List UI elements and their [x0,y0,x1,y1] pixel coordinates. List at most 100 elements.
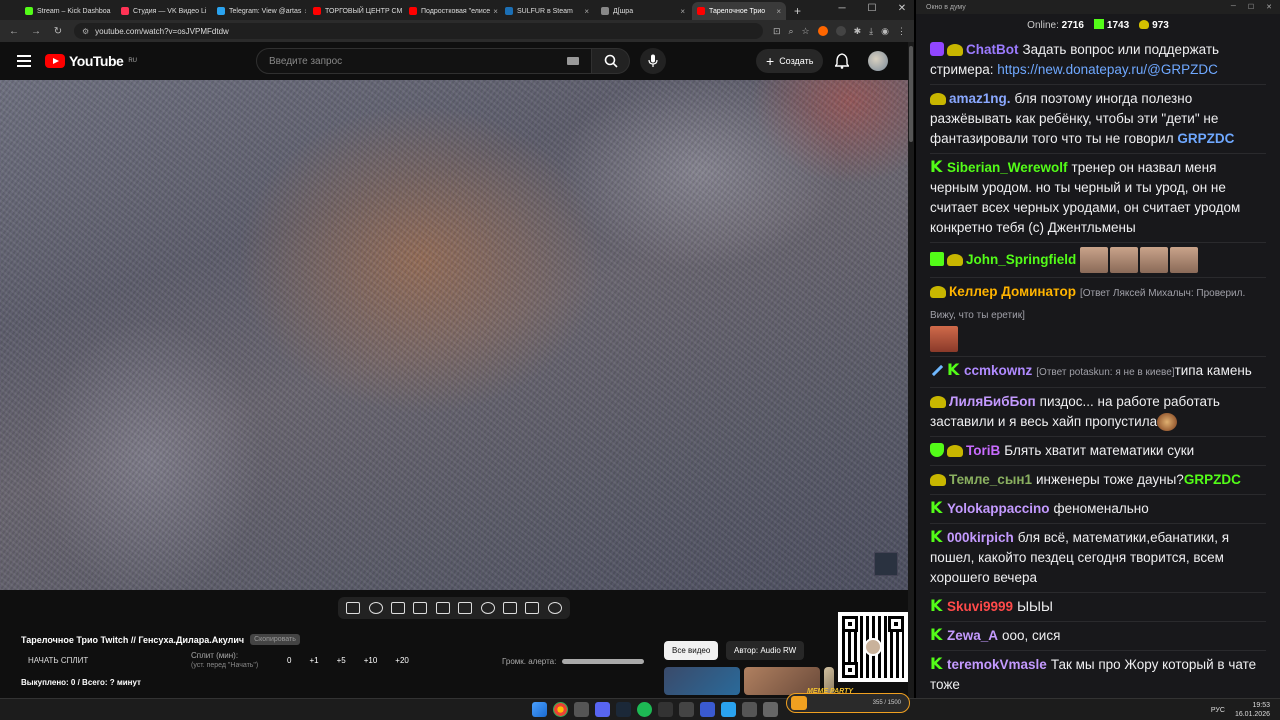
chat-username[interactable]: Zewa_A [947,628,998,643]
chat-username[interactable]: teremokVmasle [947,657,1047,672]
chat-message: ToriB Блять хватит математики суки [930,437,1266,466]
start-split-button[interactable]: НАЧАТЬ СПЛИТ [28,656,88,665]
chat-username[interactable]: 000kirpich [947,530,1014,545]
forward-icon[interactable]: → [30,26,42,37]
create-button[interactable]: + Создать [756,49,824,73]
tab-close-icon[interactable]: × [490,7,498,16]
chat-username[interactable]: Skuvi9999 [947,599,1013,614]
zoom-icon[interactable]: ⌕ [788,26,793,37]
chat-username[interactable]: Келлер Доминатор [949,284,1076,299]
tab-close-icon[interactable]: × [301,7,306,16]
discord-icon[interactable] [595,702,610,717]
keyboard-icon[interactable] [567,57,579,65]
start-icon[interactable] [532,702,547,717]
hamburger-menu-icon[interactable] [17,55,31,67]
chat-username[interactable]: ChatBot [966,42,1019,57]
chat-username[interactable]: ЛиляБибБоп [949,394,1036,409]
clock[interactable]: 19:53 16.01.2026 [1235,701,1270,719]
chat-username[interactable]: Темле_сын1 [949,472,1032,487]
video-title-text: Тарелочное Трио Twitch // Генсуха.Дилара… [21,634,245,645]
browser-tab[interactable]: Студия — VK Видео Li× [116,2,210,20]
steam-icon[interactable] [616,702,631,717]
author-chip[interactable]: Автор: Audio RW [726,641,805,660]
audio-icon[interactable] [368,602,383,614]
app-icon[interactable] [763,702,778,717]
browser-tab[interactable]: SULFUR в Steam × [500,2,594,20]
tab-close-icon[interactable]: × [773,7,781,16]
split-add-button[interactable]: +5 [337,656,346,665]
bookmark-star-icon[interactable]: ☆ [802,26,810,37]
copy-chip[interactable]: Скопировать [250,634,300,645]
tab-close-icon[interactable]: × [111,7,115,16]
spotify-icon[interactable] [637,702,652,717]
speed-icon[interactable] [480,602,495,614]
chrome-icon[interactable] [553,702,568,717]
back-icon[interactable]: ← [8,26,20,37]
loop-icon[interactable] [346,602,361,614]
close-icon[interactable]: ✕ [894,3,910,14]
camera-icon[interactable] [525,602,540,614]
browser-tab[interactable]: Тарелочное Трио × [692,2,786,20]
tab-close-icon[interactable]: × [581,7,589,16]
address-field[interactable]: ⚙ youtube.com/watch?v=osJVPMFdtdw [74,23,763,39]
chat-username[interactable]: ccmkownz [964,363,1032,378]
browser-tab[interactable]: Подростковая "елисе × [404,2,498,20]
split-add-button[interactable]: +10 [364,656,378,665]
reload-icon[interactable]: ↻ [52,26,64,37]
voice-search-button[interactable] [640,48,666,74]
split-add-button[interactable]: +1 [309,656,318,665]
extension-badge-icon[interactable] [835,26,846,36]
minimize-icon[interactable]: ─ [1231,3,1236,11]
tab-favicon-icon [25,7,33,15]
extension-icon[interactable]: ⊡ [773,26,781,37]
chat-username[interactable]: ToriB [966,443,1000,458]
settings-gear-icon[interactable] [547,602,562,614]
chat-username[interactable]: amaz1ng. [949,91,1011,106]
obs-icon[interactable] [574,702,589,717]
split-add-button[interactable]: +20 [395,656,409,665]
extension-orange-icon[interactable] [817,26,828,36]
download-icon[interactable]: ⤓ [869,26,873,37]
close-icon[interactable]: ✕ [1266,3,1272,11]
browser-tab[interactable]: Д[шра × [596,2,690,20]
notifications-bell-icon[interactable] [835,53,849,69]
tab-close-icon[interactable]: × [677,7,685,16]
maximize-icon[interactable]: ☐ [1248,3,1254,11]
scrollbar-thumb[interactable] [909,46,913,142]
new-tab-button[interactable]: + [788,2,807,20]
clip-icon[interactable] [413,602,428,614]
browser-tab[interactable]: ТОРГОВЫЙ ЦЕНТР СМ× [308,2,402,20]
alert-volume-slider[interactable] [562,659,644,664]
all-videos-chip[interactable]: Все видео [664,641,719,660]
search-input[interactable]: Введите запрос [256,48,592,74]
browser-tab[interactable]: Stream – Kick Dashboa× [20,2,114,20]
app-icon[interactable] [679,702,694,717]
pip-icon[interactable] [458,602,473,614]
profile-icon[interactable]: ◉ [881,26,889,37]
search-button[interactable] [592,48,630,74]
visibility-icon[interactable] [390,602,405,614]
chat-username[interactable]: Siberian_Werewolf [947,160,1068,175]
menu-dots-icon[interactable]: ⋮ [897,26,906,37]
chat-username[interactable]: Yolokappaccino [947,501,1050,516]
add-screen-icon[interactable] [502,602,517,614]
browser-tab[interactable]: Telegram: View @artas× [212,2,306,20]
telegram-icon[interactable] [721,702,736,717]
screen-icon[interactable] [435,602,450,614]
chat-username[interactable]: John_Springfield [966,252,1076,267]
emote-icon [1140,247,1169,273]
app-icon[interactable] [700,702,715,717]
tab-close-icon[interactable]: × [206,7,210,16]
language-indicator[interactable]: РУС [1211,707,1225,714]
puzzle-icon[interactable]: ✱ [854,26,862,37]
app-icon[interactable] [658,702,673,717]
video-thumbnail[interactable] [664,667,740,695]
app-icon[interactable] [742,702,757,717]
maximize-icon[interactable]: ☐ [864,3,880,14]
donate-link[interactable]: https://new.donatepay.ru/@GRPZDC [997,62,1218,77]
site-info-icon[interactable]: ⚙ [82,27,89,36]
account-avatar[interactable] [868,51,888,71]
video-player[interactable] [0,80,908,590]
youtube-logo[interactable]: YouTube RU [45,53,137,69]
minimize-icon[interactable]: ─ [834,3,850,14]
